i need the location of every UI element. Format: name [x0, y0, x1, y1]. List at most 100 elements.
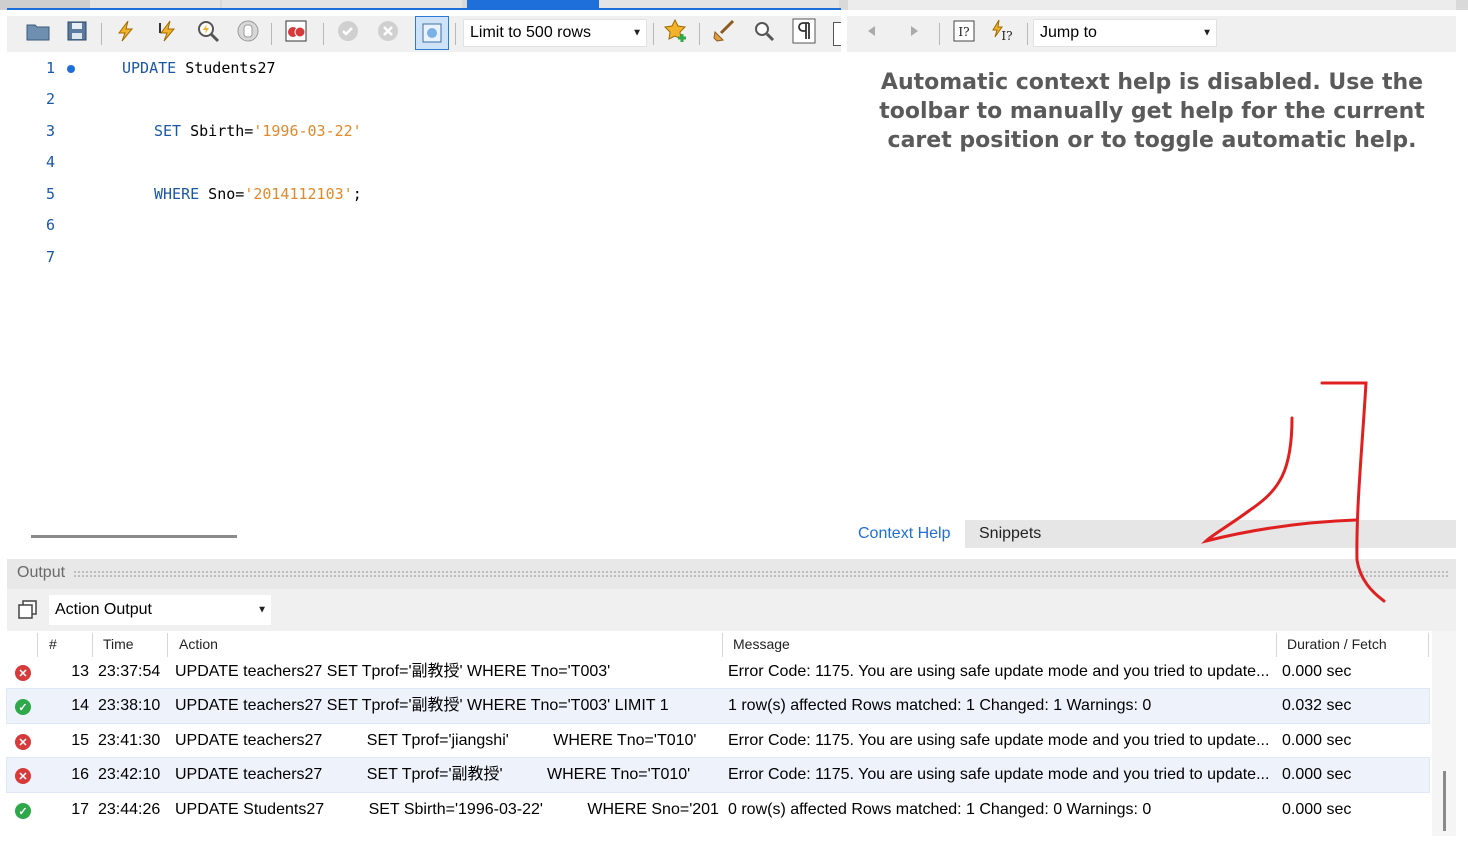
output-type-value: Action Output: [55, 601, 152, 618]
autocommit-icon: [422, 23, 442, 43]
sql-text: ;: [352, 185, 362, 203]
row-time: 23:38:10: [98, 697, 161, 714]
stop-button[interactable]: [233, 16, 263, 46]
editor-tab-strip: [0, 0, 1468, 10]
tab-context-help[interactable]: Context Help: [847, 520, 965, 548]
row-num: 17: [71, 801, 89, 818]
wrap-toggle-button[interactable]: [833, 22, 841, 46]
output-title: Output: [17, 564, 66, 581]
table-row[interactable]: ✓ 17 23:44:26 UPDATE Students27 SET Sbir…: [7, 793, 1429, 827]
autocommit-toggle-button[interactable]: [415, 16, 449, 50]
lightning-icon: [118, 20, 134, 42]
beautify-button[interactable]: [709, 16, 739, 46]
line-number: 1: [45, 59, 55, 77]
jump-to-select[interactable]: Jump to ▼: [1033, 19, 1217, 47]
sql-editor-toolbar: Limit to 500 rows ▼: [7, 16, 841, 52]
success-icon: ✓: [15, 803, 31, 819]
sql-keyword: WHERE: [154, 185, 200, 203]
sql-editor[interactable]: 1 UPDATE Students27 2 3 SET Sbirth='1996…: [7, 52, 841, 524]
commit-button[interactable]: [333, 16, 363, 46]
auto-help-icon: I?: [992, 19, 1013, 43]
row-duration: 0.000 sec: [1282, 766, 1352, 783]
table-row[interactable]: ✕ 13 23:37:54 UPDATE teachers27 SET Tpro…: [7, 655, 1429, 689]
auto-help-toggle-button[interactable]: I?: [987, 16, 1017, 46]
copy-output-button[interactable]: [17, 599, 39, 621]
row-num: 13: [71, 663, 89, 680]
output-vertical-scrollbar[interactable]: [1443, 771, 1446, 831]
context-help-panel: Automatic context help is disabled. Use …: [847, 52, 1456, 520]
execute-button[interactable]: [111, 16, 141, 46]
output-scrollbar-track: [1432, 631, 1456, 836]
line-number: 6: [45, 216, 55, 234]
lightning-cursor-icon: [159, 20, 176, 42]
magnifier-lightning-icon: [198, 21, 220, 43]
row-action: UPDATE Students27 SET Sbirth='1996-03-22…: [175, 801, 719, 818]
svg-text:I?: I?: [958, 25, 969, 39]
sql-keyword: SET: [154, 122, 182, 140]
row-num: 14: [71, 697, 89, 714]
column-header-message[interactable]: Message: [733, 631, 790, 657]
side-panel-tab-strip: [848, 0, 1456, 10]
statement-marker-icon: [67, 65, 75, 73]
row-action: UPDATE teachers27 SET Tprof='副教授' WHERE …: [175, 766, 691, 783]
save-button[interactable]: [62, 16, 92, 46]
back-arrow-icon: [868, 26, 875, 36]
output-panel-header: Output: [7, 559, 1456, 589]
output-type-select[interactable]: Action Output ▼: [49, 595, 271, 625]
sql-string: '1996-03-22': [253, 122, 362, 140]
line-number: 3: [45, 122, 55, 140]
limit-rows-select[interactable]: Limit to 500 rows ▼: [463, 19, 647, 47]
check-circle-icon: [338, 21, 358, 41]
sql-string: '2014112103': [244, 185, 353, 203]
explain-button[interactable]: [193, 16, 223, 46]
add-snippet-button[interactable]: [661, 16, 691, 46]
code-line: UPDATE Students27: [122, 59, 276, 77]
rollback-button[interactable]: [373, 16, 403, 46]
line-number: 4: [45, 153, 55, 171]
chevron-down-icon: ▼: [632, 27, 642, 39]
row-duration: 0.032 sec: [1282, 697, 1352, 714]
table-row[interactable]: ✓ 14 23:38:10 UPDATE teachers27 SET Tpro…: [6, 688, 1430, 724]
chevron-down-icon: ▼: [257, 604, 267, 616]
row-message: 1 row(s) affected Rows matched: 1 Change…: [728, 697, 1152, 714]
column-header-duration[interactable]: Duration / Fetch: [1287, 631, 1387, 657]
output-drag-handle[interactable]: [73, 570, 1448, 578]
row-time: 23:37:54: [98, 663, 161, 680]
table-row[interactable]: ✕ 15 23:41:30 UPDATE teachers27 SET Tpro…: [7, 724, 1429, 758]
line-number: 7: [45, 248, 55, 266]
limit-rows-value: Limit to 500 rows: [470, 24, 591, 41]
sql-text: Sbirth=: [181, 122, 254, 140]
toggle-invisible-chars-button[interactable]: [789, 16, 819, 46]
bottom-edge: [0, 838, 1468, 844]
forward-button[interactable]: [899, 16, 929, 46]
find-button[interactable]: [749, 16, 779, 46]
help-toolbar: I? I? Jump to ▼: [847, 16, 1456, 52]
manual-help-button[interactable]: I?: [949, 16, 979, 46]
error-icon: ✕: [15, 734, 31, 750]
save-icon: [67, 21, 87, 41]
row-message: Error Code: 1175. You are using safe upd…: [728, 732, 1270, 749]
open-file-button[interactable]: [23, 16, 53, 46]
line-number: 5: [45, 185, 55, 203]
toggle-stop-on-error-button[interactable]: [281, 16, 311, 46]
help-caret-icon: I?: [953, 20, 975, 42]
broom-icon: [713, 19, 735, 42]
folder-icon: [26, 24, 50, 41]
column-header-num[interactable]: #: [49, 631, 57, 657]
column-header-time[interactable]: Time: [103, 631, 134, 657]
row-message: Error Code: 1175. You are using safe upd…: [728, 663, 1270, 680]
search-icon: [755, 22, 775, 42]
row-time: 23:41:30: [98, 732, 161, 749]
column-header-action[interactable]: Action: [179, 631, 218, 657]
row-num: 15: [71, 732, 89, 749]
tab-snippets[interactable]: Snippets: [971, 520, 1071, 548]
table-row[interactable]: ✕ 16 23:42:10 UPDATE teachers27 SET Tpro…: [6, 757, 1430, 793]
pilcrow-icon: [792, 18, 816, 44]
editor-horizontal-scrollbar[interactable]: [31, 535, 237, 538]
execute-current-button[interactable]: [153, 16, 183, 46]
hand-stop-icon: [237, 20, 259, 42]
back-button[interactable]: [857, 16, 887, 46]
sql-keyword: UPDATE: [122, 59, 177, 77]
svg-text:I?: I?: [1001, 29, 1012, 43]
success-icon: ✓: [15, 699, 31, 715]
